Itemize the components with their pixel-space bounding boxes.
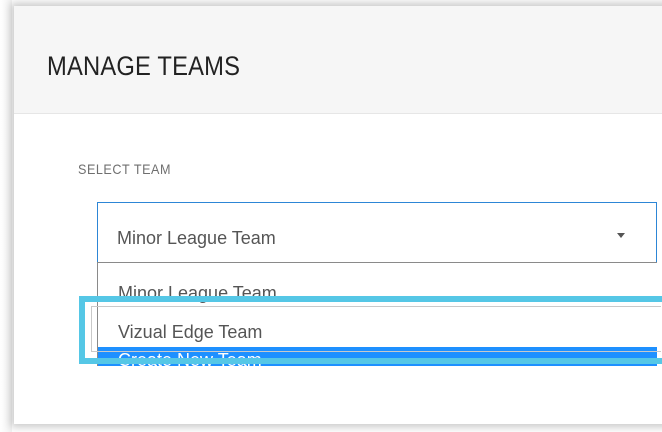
option-minor-league-team[interactable]: Minor League Team [98,273,657,303]
team-dropdown-list: Minor League Team Vizual Edge Team Creat… [97,262,657,366]
screenshot-stage: MANAGE TEAMS SELECT TEAM Minor League Te… [0,0,662,432]
option-create-new-team[interactable]: Create New Team [98,347,657,366]
background-edge [0,0,12,432]
select-team-label: SELECT TEAM [78,161,172,177]
page-title: MANAGE TEAMS [47,51,241,81]
team-select[interactable]: Minor League Team [97,202,657,262]
caret-down-icon [617,233,625,238]
team-select-value: Minor League Team [117,228,276,248]
option-vizual-edge-team[interactable]: Vizual Edge Team [98,317,657,347]
panel-header: MANAGE TEAMS [14,6,662,114]
